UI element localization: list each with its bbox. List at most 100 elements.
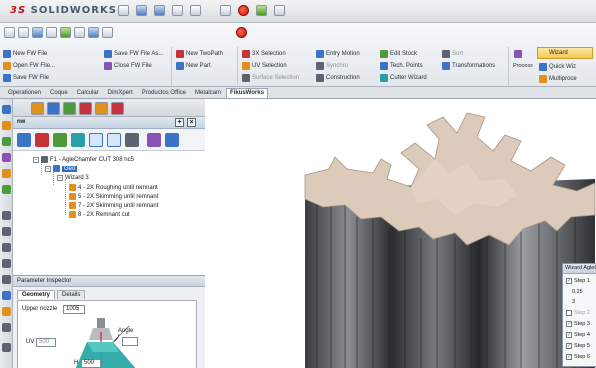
filter-icon[interactable] bbox=[46, 27, 57, 38]
tree-node-file[interactable]: − F1 - AgleChamfer CUT 308 nc5 bbox=[33, 156, 134, 163]
property-tab-icon[interactable] bbox=[47, 102, 60, 115]
tab-fikusworks[interactable]: FikusWorks bbox=[226, 88, 268, 98]
tab-calcular[interactable]: Calcular bbox=[73, 88, 103, 98]
grid-icon[interactable] bbox=[2, 343, 11, 352]
uv-field[interactable]: 500 bbox=[36, 338, 56, 347]
process-icon-wrap[interactable] bbox=[514, 50, 522, 58]
open-fw-file-button[interactable]: Open FW File... bbox=[3, 62, 55, 70]
file-properties-icon[interactable] bbox=[256, 5, 267, 16]
sort-button[interactable]: Sort bbox=[442, 50, 463, 58]
collapse-icon[interactable]: − bbox=[33, 156, 39, 163]
fikus-tab-icon[interactable] bbox=[111, 102, 124, 115]
tab-metalcam[interactable]: Metalcam bbox=[191, 88, 225, 98]
close-fw-file-button[interactable]: Close FW File bbox=[104, 62, 152, 70]
display-icon[interactable] bbox=[60, 27, 71, 38]
tab-details[interactable]: Details bbox=[57, 290, 86, 299]
layer-icon[interactable] bbox=[71, 133, 85, 147]
dimension-icon[interactable] bbox=[2, 323, 11, 332]
tree-node-operation[interactable]: 8 - 2X Remnant cut bbox=[69, 211, 130, 218]
wizard-button[interactable]: Wizard bbox=[537, 47, 593, 59]
wizard-step[interactable]: ✓ Step 1 bbox=[566, 278, 590, 284]
collapse-icon[interactable]: − bbox=[45, 165, 51, 172]
tree-node-wizard[interactable]: − Wizard 3 bbox=[57, 175, 89, 181]
surface-selection-button[interactable]: Surface Selection bbox=[242, 74, 299, 82]
3x-selection-button[interactable]: 3X Selection bbox=[242, 50, 286, 58]
rebuild-icon[interactable] bbox=[238, 5, 249, 16]
synchro-button[interactable]: Synchro bbox=[316, 62, 348, 70]
feature-tree-tab-icon[interactable] bbox=[31, 102, 44, 115]
sketch-icon[interactable] bbox=[2, 105, 11, 114]
transformations-button[interactable]: Transformations bbox=[442, 62, 495, 70]
open-list-icon[interactable] bbox=[17, 133, 31, 147]
copy-icon[interactable] bbox=[165, 133, 179, 147]
new-document-icon[interactable] bbox=[118, 5, 129, 16]
uv-selection-button[interactable]: UV Selection bbox=[242, 62, 287, 70]
upper-nozzle-field[interactable]: 1005 bbox=[63, 305, 85, 314]
new-twopath-button[interactable]: New TwoPath bbox=[176, 50, 223, 58]
tree-node-geo[interactable]: − Geo bbox=[45, 165, 78, 172]
orientation-icon[interactable] bbox=[88, 27, 99, 38]
construction-button[interactable]: Construction bbox=[316, 74, 360, 82]
tree-node-operation[interactable]: 7 - 2X Skimming until remnant bbox=[69, 202, 158, 209]
close-icon[interactable]: × bbox=[187, 118, 196, 127]
open-document-icon[interactable] bbox=[136, 5, 147, 16]
checked-checkbox-icon[interactable]: ✓ bbox=[566, 332, 572, 338]
pin-icon[interactable]: + bbox=[175, 118, 184, 127]
wizard-step[interactable]: ✓ Step 5 bbox=[566, 343, 590, 349]
tab-dimxpert[interactable]: DimXpert bbox=[104, 88, 137, 98]
multiprocess-button[interactable]: Multiproce bbox=[539, 75, 577, 83]
save-fw-file-as-button[interactable]: Save FW File As... bbox=[104, 50, 163, 58]
tab-geometry[interactable]: Geometry bbox=[17, 290, 56, 299]
path-icon[interactable] bbox=[2, 185, 11, 194]
move-icon[interactable] bbox=[2, 211, 11, 220]
checked-checkbox-icon[interactable]: ✓ bbox=[566, 321, 572, 327]
select-icon[interactable] bbox=[220, 5, 231, 16]
checked-checkbox-icon[interactable]: ✓ bbox=[566, 278, 572, 284]
rotate-icon[interactable] bbox=[2, 227, 11, 236]
new-part-button[interactable]: New Part bbox=[176, 62, 211, 70]
point-icon[interactable] bbox=[2, 307, 11, 316]
tool-icon[interactable] bbox=[2, 153, 11, 162]
search-icon[interactable] bbox=[18, 27, 29, 38]
collapse-icon[interactable]: − bbox=[57, 175, 63, 181]
save-icon[interactable] bbox=[154, 5, 165, 16]
tech-points-button[interactable]: Tech. Points bbox=[380, 62, 423, 70]
tab-operationen[interactable]: Operationen bbox=[4, 88, 45, 98]
wizard-step[interactable]: ✓ Step 3 bbox=[566, 321, 590, 327]
cam-run-icon[interactable] bbox=[125, 133, 139, 147]
new-fw-file-button[interactable]: New FW File bbox=[3, 50, 47, 58]
zoom-icon[interactable] bbox=[4, 27, 15, 38]
wizard-step[interactable]: Step 2 bbox=[566, 310, 590, 316]
cutter-wizard-button[interactable]: Cutter Wizard bbox=[380, 74, 427, 82]
configuration-tab-icon[interactable] bbox=[63, 102, 76, 115]
technology-icon[interactable] bbox=[2, 169, 11, 178]
arc-icon[interactable] bbox=[2, 259, 11, 268]
tab-productos-office[interactable]: Productos Office bbox=[138, 88, 190, 98]
delete-icon[interactable] bbox=[35, 133, 49, 147]
angle-field[interactable] bbox=[122, 337, 138, 346]
measure-icon[interactable] bbox=[2, 275, 11, 284]
section-icon[interactable] bbox=[74, 27, 85, 38]
save-fw-file-button[interactable]: Save FW File bbox=[3, 74, 49, 82]
display-tab-icon[interactable] bbox=[95, 102, 108, 115]
print-icon[interactable] bbox=[172, 5, 183, 16]
edit-stock-button[interactable]: Edit Stock bbox=[380, 50, 417, 58]
process-button[interactable]: Process bbox=[513, 63, 533, 69]
options-icon[interactable] bbox=[274, 5, 285, 16]
quick-wizard-button[interactable]: Quick Wiz bbox=[539, 63, 576, 71]
unchecked-checkbox-icon[interactable] bbox=[566, 310, 572, 316]
graphics-area[interactable]: Wizard AgleCha ✓ Step 1 0,25 3 Step 2 ✓ … bbox=[205, 99, 596, 368]
entry-motion-button[interactable]: Entry Motion bbox=[316, 50, 360, 58]
cam-icon[interactable] bbox=[107, 133, 121, 147]
tree-node-operation[interactable]: 5 - 2X Skimming until remnant bbox=[69, 193, 158, 200]
tree-node-operation[interactable]: 4 - 2X Roughing until remnant bbox=[69, 184, 158, 191]
undo-icon[interactable] bbox=[190, 5, 201, 16]
h-field[interactable]: 500 bbox=[81, 359, 101, 368]
view-icon[interactable] bbox=[32, 27, 43, 38]
toolpath-icon[interactable] bbox=[89, 133, 103, 147]
checked-checkbox-icon[interactable]: ✓ bbox=[566, 354, 572, 360]
part-model[interactable] bbox=[205, 99, 596, 368]
dimxpert-tab-icon[interactable] bbox=[79, 102, 92, 115]
axis-icon[interactable] bbox=[2, 291, 11, 300]
tab-coque[interactable]: Coque bbox=[46, 88, 72, 98]
